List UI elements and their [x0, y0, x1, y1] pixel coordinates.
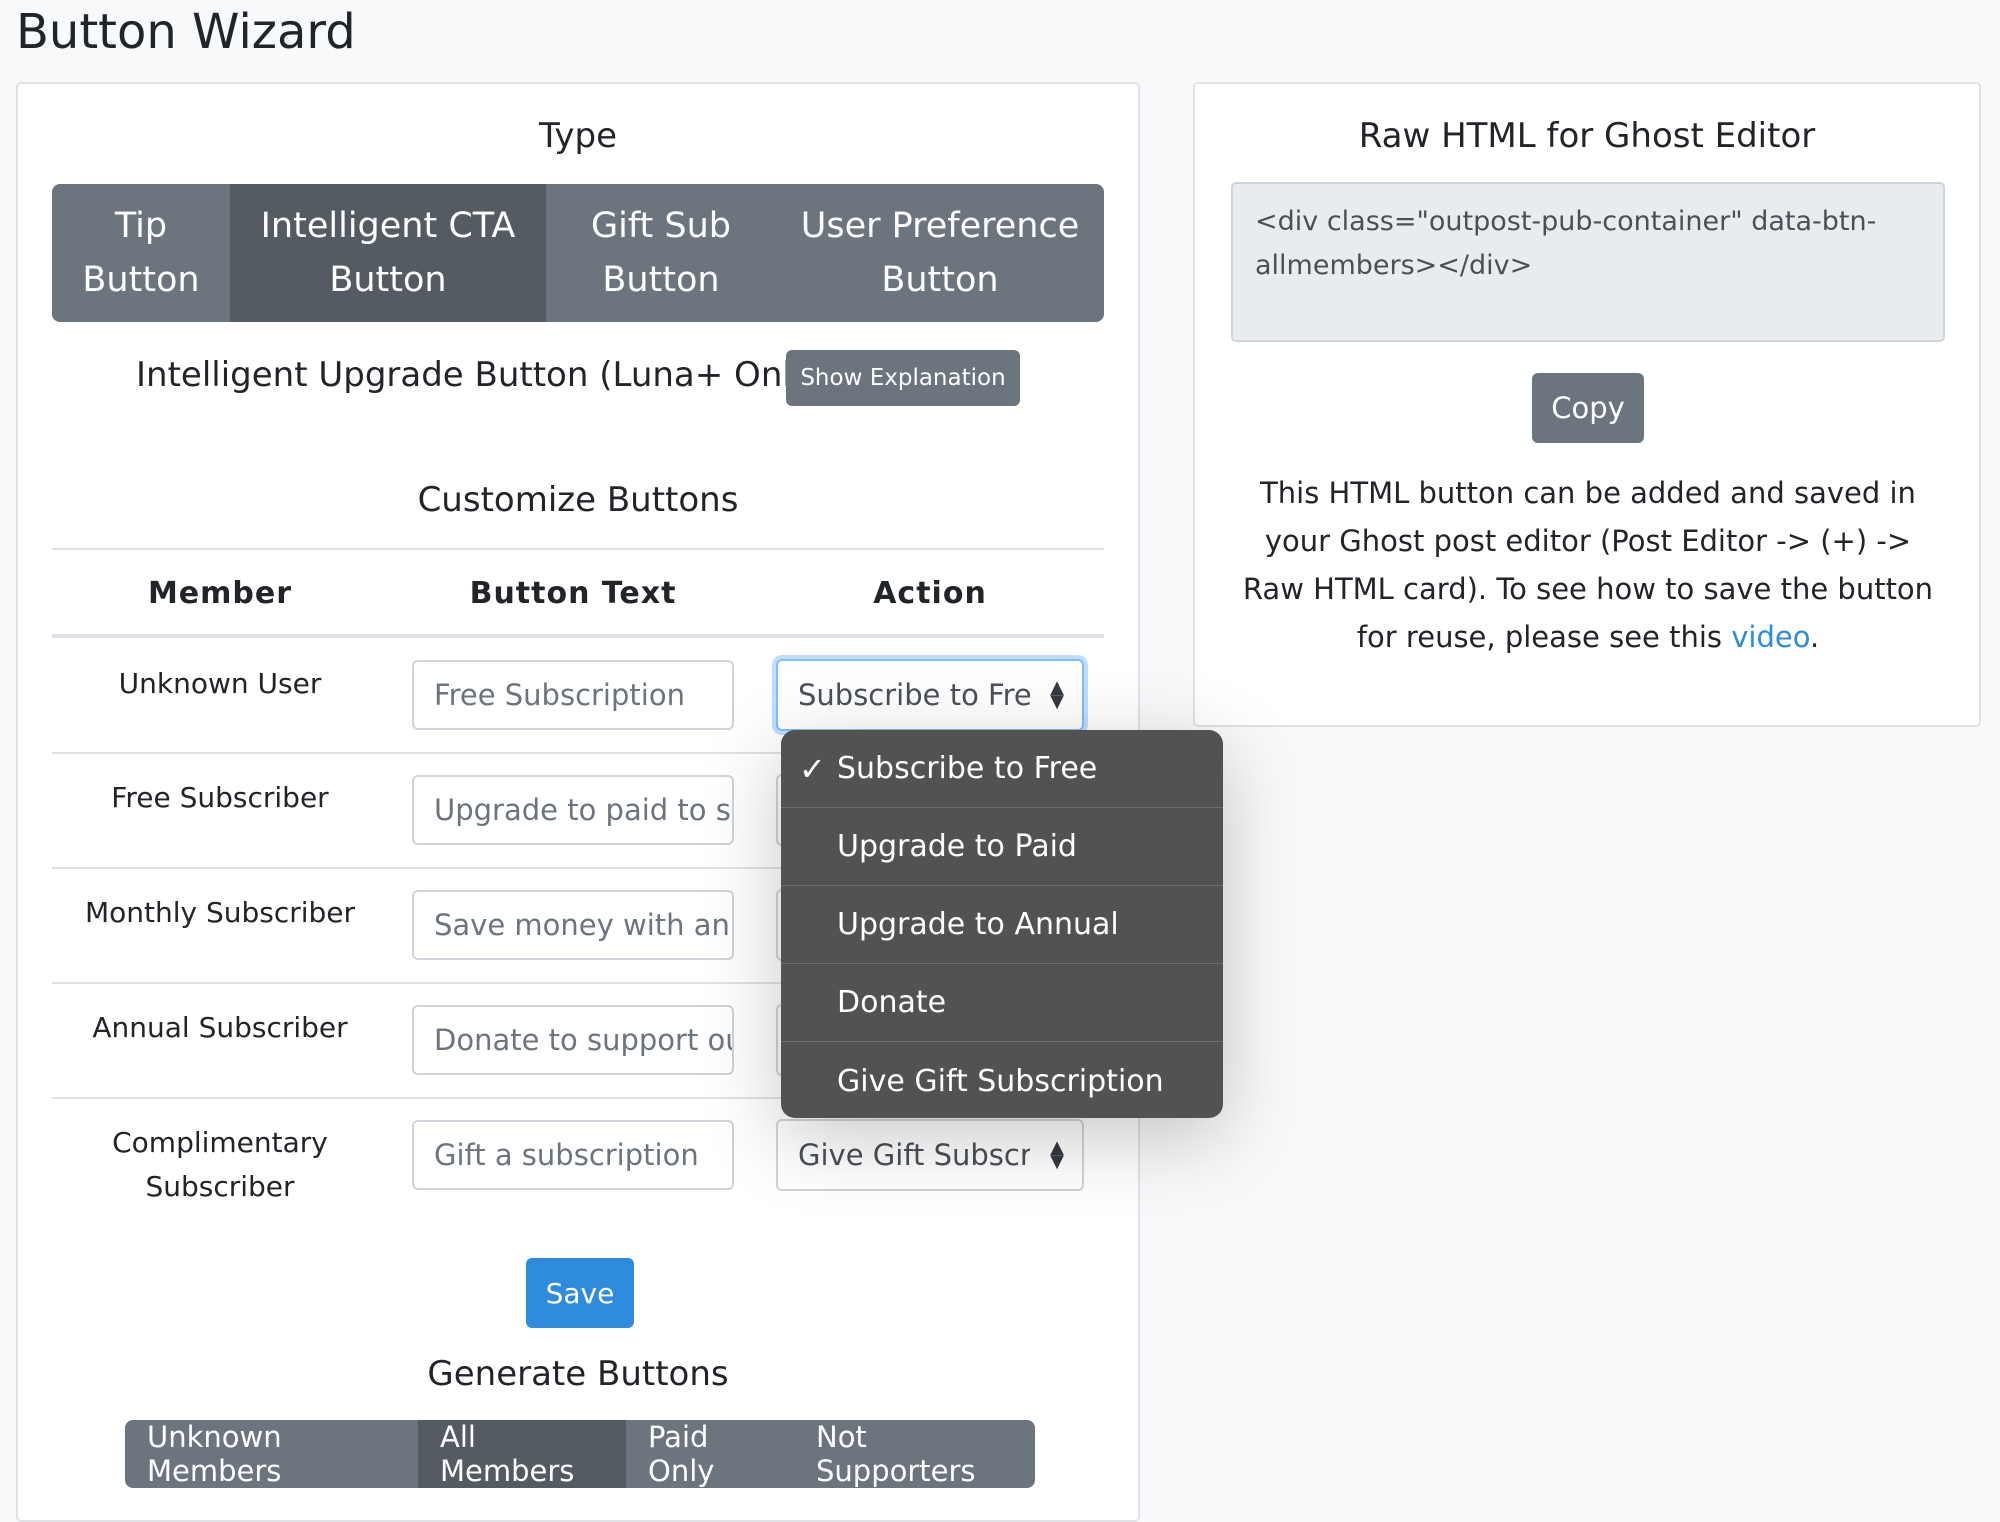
member-free-subscriber: Free Subscriber	[111, 781, 329, 814]
raw-html-heading: Raw HTML for Ghost Editor	[1358, 116, 1816, 156]
menu-item-label: Upgrade to Annual	[837, 907, 1119, 942]
button-text-input-complimentary-subscriber[interactable]: Gift a subscription	[412, 1120, 734, 1190]
menu-item-donate[interactable]: Donate	[781, 964, 1223, 1042]
member-unknown-user: Unknown User	[118, 667, 322, 700]
tab-label-line2: Button	[82, 260, 200, 300]
generate-button-group: Unknown Members All Members Paid Only No…	[125, 1420, 1035, 1488]
member-label-line1: Complimentary	[112, 1126, 328, 1159]
action-select-unknown-user[interactable]: Subscribe to Free ▲ ▼	[776, 659, 1084, 731]
checkmark-icon: ✓	[799, 749, 826, 788]
generate-heading: Generate Buttons	[427, 1354, 729, 1394]
option-not-supporters[interactable]: Not Supporters	[794, 1420, 1035, 1488]
menu-item-upgrade-to-annual[interactable]: Upgrade to Annual	[781, 886, 1223, 964]
select-arrows-icon: ▲ ▼	[1050, 1137, 1064, 1172]
button-text-input-free-subscriber[interactable]: Upgrade to paid to se	[412, 775, 734, 845]
menu-item-subscribe-to-free[interactable]: ✓ Subscribe to Free	[781, 730, 1223, 808]
menu-item-label: Subscribe to Free	[837, 751, 1098, 786]
member-annual-subscriber: Annual Subscriber	[92, 1011, 348, 1044]
option-paid-only[interactable]: Paid Only	[626, 1420, 794, 1488]
raw-html-instructions: This HTML button can be added and saved …	[1231, 469, 1945, 661]
tab-label-line1: Gift Sub	[590, 206, 732, 246]
type-heading: Type	[538, 116, 618, 156]
button-text-input-annual-subscriber[interactable]: Donate to support oui	[412, 1005, 734, 1075]
option-unknown-members[interactable]: Unknown Members	[125, 1420, 418, 1488]
menu-item-upgrade-to-paid[interactable]: Upgrade to Paid	[781, 808, 1223, 886]
button-text-input-monthly-subscriber[interactable]: Save money with an a	[412, 890, 734, 960]
upgrade-label: Intelligent Upgrade Button (Luna+ Only)	[136, 355, 826, 395]
tab-label-line2: Button	[602, 260, 720, 300]
member-complimentary-subscriber: Complimentary Subscriber	[52, 1121, 388, 1209]
menu-item-label: Donate	[837, 985, 947, 1020]
save-button[interactable]: Save	[526, 1258, 634, 1328]
instructions-text: This HTML button can be added and saved …	[1242, 476, 1934, 654]
tab-tip-button[interactable]: Tip Button	[52, 184, 230, 322]
tab-label-line1: Intelligent CTA	[260, 206, 516, 246]
action-dropdown-menu: ✓ Subscribe to Free Upgrade to Paid Upgr…	[781, 730, 1223, 1118]
action-select-complimentary-subscriber[interactable]: Give Gift Subscripti ▲▼	[776, 1119, 1084, 1191]
member-label-line2: Subscriber	[145, 1170, 295, 1203]
table-header-divider	[52, 634, 1104, 638]
tab-label-line1: Tip	[114, 206, 168, 246]
tab-user-preference-button[interactable]: User Preference Button	[776, 184, 1104, 322]
select-arrows-icon: ▲ ▼	[1050, 677, 1064, 712]
menu-item-label: Give Gift Subscription	[837, 1063, 1164, 1099]
column-header-button-text: Button Text	[469, 576, 677, 611]
tab-intelligent-cta-button[interactable]: Intelligent CTA Button	[230, 184, 546, 322]
video-link[interactable]: video	[1731, 620, 1810, 654]
column-header-action: Action	[873, 576, 987, 611]
copy-button[interactable]: Copy	[1532, 373, 1644, 443]
menu-item-label: Upgrade to Paid	[837, 829, 1077, 864]
button-text-input-unknown-user[interactable]: Free Subscription	[412, 660, 734, 730]
action-select-value: Subscribe to Free	[798, 678, 1030, 712]
instructions-end: .	[1809, 620, 1820, 654]
tab-gift-sub-button[interactable]: Gift Sub Button	[546, 184, 776, 322]
show-explanation-button[interactable]: Show Explanation	[786, 350, 1020, 406]
raw-html-code[interactable]: <div class="outpost-pub-container" data-…	[1231, 182, 1945, 342]
table-top-divider	[52, 548, 1104, 550]
menu-item-give-gift-subscription[interactable]: Give Gift Subscription	[781, 1042, 1223, 1118]
column-header-member: Member	[147, 576, 293, 611]
option-all-members[interactable]: All Members	[418, 1420, 626, 1488]
raw-html-card: Raw HTML for Ghost Editor <div class="ou…	[1193, 82, 1981, 727]
tab-label-line2: Button	[329, 260, 447, 300]
type-button-group: Tip Button Intelligent CTA Button Gift Sub…	[52, 184, 1104, 322]
action-select-value: Give Gift Subscripti	[798, 1138, 1030, 1172]
customize-heading: Customize Buttons	[417, 480, 739, 520]
tab-label-line1: User Preference	[800, 206, 1080, 246]
member-monthly-subscriber: Monthly Subscriber	[84, 896, 356, 929]
page-title: Button Wizard	[16, 4, 356, 60]
tab-label-line2: Button	[881, 260, 999, 300]
